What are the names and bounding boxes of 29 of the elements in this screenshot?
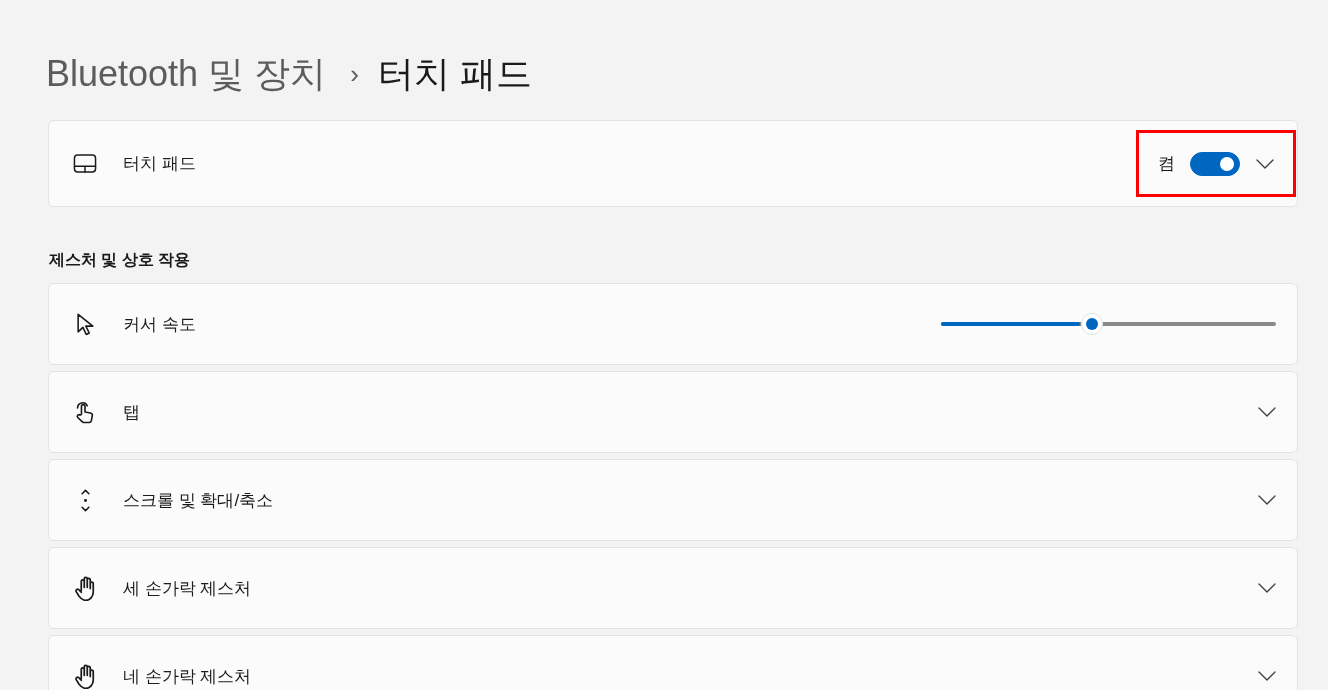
toggle-switch[interactable] — [1190, 151, 1240, 176]
chevron-down-icon[interactable] — [1258, 407, 1276, 417]
breadcrumb-separator: › — [350, 58, 359, 91]
setting-card[interactable]: 네 손가락 제스처 — [48, 635, 1298, 690]
cursor-icon — [76, 312, 94, 336]
section-title: 제스처 및 상호 작용 — [49, 250, 192, 270]
setting-label: 터치 패드 — [123, 153, 196, 175]
setting-card[interactable]: 탭 — [48, 371, 1298, 453]
setting-label: 탭 — [123, 401, 140, 424]
breadcrumb-link[interactable]: Bluetooth 및 장치 — [46, 46, 327, 102]
pointing-hand-icon — [75, 400, 95, 424]
page-title: 터치 패드 — [377, 52, 532, 96]
hand-icon — [75, 575, 95, 601]
setting-label: 스크롤 및 확대/축소 — [123, 489, 274, 512]
hand-icon — [75, 663, 95, 689]
chevron-down-icon[interactable] — [1258, 583, 1276, 593]
setting-label: 커서 속도 — [123, 313, 196, 336]
setting-card[interactable]: 스크롤 및 확대/축소 — [48, 459, 1298, 541]
setting-card[interactable]: 터치 패드 켬 — [48, 120, 1298, 207]
setting-card[interactable]: 세 손가락 제스처 — [48, 547, 1298, 629]
toggle-state-label: 켬 — [1158, 153, 1175, 175]
setting-label: 세 손가락 제스처 — [123, 577, 252, 600]
chevron-down-icon[interactable] — [1258, 495, 1276, 505]
chevron-down-icon[interactable] — [1258, 671, 1276, 681]
slider-thumb[interactable] — [1080, 313, 1103, 335]
setting-label: 네 손가락 제스처 — [123, 665, 252, 688]
chevron-down-icon[interactable] — [1256, 158, 1274, 169]
touchpad-icon — [73, 154, 97, 173]
up-down-chevrons-icon — [80, 488, 90, 512]
